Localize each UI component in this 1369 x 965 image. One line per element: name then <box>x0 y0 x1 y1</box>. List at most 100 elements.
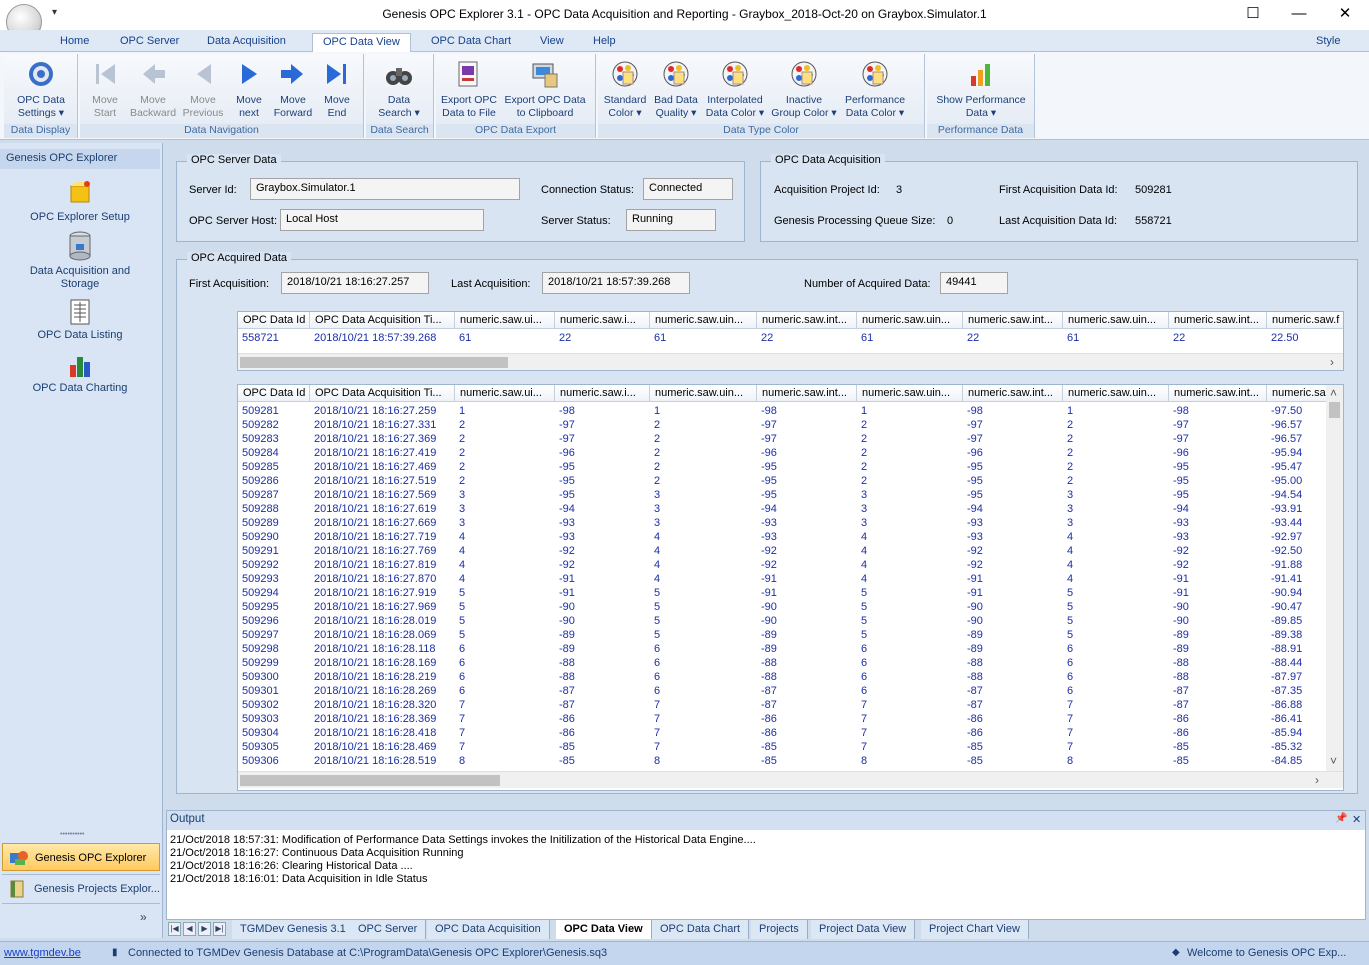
move-previous-button[interactable]: Move Previous <box>178 56 228 120</box>
column-header[interactable]: numeric.saw.uin... <box>1063 312 1169 329</box>
tab-home[interactable]: Home <box>50 33 99 52</box>
column-header[interactable]: numeric.saw.int... <box>963 312 1063 329</box>
tab-data-acquisition[interactable]: Data Acquisition <box>197 33 296 52</box>
scroll-right-arrow[interactable]: › <box>1330 354 1334 370</box>
table-cell: -85 <box>559 755 575 767</box>
doc-tab-opc-data-view[interactable]: OPC Data View <box>556 920 652 939</box>
first-tab-button[interactable]: |◀ <box>168 922 181 936</box>
next-tab-button[interactable]: ▶ <box>198 922 211 936</box>
pane-splitter-grip[interactable]: •••••••••• <box>60 831 85 838</box>
vertical-scrollbar[interactable]: ˄ ˅ <box>1326 385 1343 771</box>
table-cell: 4 <box>861 559 868 571</box>
last-acquisition-field[interactable]: 2018/10/21 18:57:39.268 <box>542 272 690 294</box>
column-header[interactable]: numeric.saw.i... <box>555 385 650 402</box>
server-id-field[interactable]: Graybox.Simulator.1 <box>250 178 520 200</box>
nav-tab-genesis-projects[interactable]: Genesis Projects Explor... <box>2 874 160 902</box>
website-link[interactable]: www.tgmdev.be <box>4 947 81 959</box>
column-header[interactable]: OPC Data Id <box>238 312 310 329</box>
pin-icon[interactable]: 📌 <box>1335 813 1347 824</box>
column-header[interactable]: numeric.saw.uin... <box>857 312 963 329</box>
move-end-button[interactable]: Move End <box>316 56 358 120</box>
move-next-button[interactable]: Move next <box>228 56 270 120</box>
gear-icon <box>29 62 53 86</box>
nav-item-data-listing[interactable]: OPC Data Listing <box>0 298 160 342</box>
column-header[interactable]: numeric.saw.uin... <box>650 312 757 329</box>
doc-tab-projects[interactable]: Projects <box>751 920 808 939</box>
last-tab-button[interactable]: ▶| <box>213 922 226 936</box>
move-backward-button[interactable]: Move Backward <box>128 56 178 120</box>
column-header[interactable]: OPC Data Id <box>238 385 310 402</box>
scroll-thumb[interactable] <box>240 357 508 368</box>
data-search-button[interactable]: Data Search ▾ <box>368 56 430 120</box>
history-data-grid[interactable]: OPC Data Id OPC Data Acquisition Ti... num… <box>237 384 1344 791</box>
column-header[interactable]: numeric.saw.int... <box>757 385 857 402</box>
button-label-line1: Standard <box>603 94 647 106</box>
connection-status-field[interactable]: Connected <box>643 178 733 200</box>
scroll-thumb[interactable] <box>240 775 500 786</box>
server-status-field[interactable]: Running <box>626 209 716 231</box>
doc-tab-project-chart-view[interactable]: Project Chart View <box>921 920 1029 939</box>
scroll-thumb[interactable] <box>1329 402 1340 418</box>
horizontal-scrollbar[interactable]: › <box>238 771 1343 788</box>
interpolated-data-color-button[interactable]: Interpolated Data Color ▾ <box>702 56 768 120</box>
acquired-count-field[interactable]: 49441 <box>940 272 1008 294</box>
export-opc-data-to-clipboard-button[interactable]: Export OPC Data to Clipboard <box>500 56 590 120</box>
doc-tab-opc-server[interactable]: OPC Server <box>350 920 427 939</box>
column-header[interactable]: numeric.saw.int... <box>1169 385 1267 402</box>
column-header[interactable]: numeric.saw.int... <box>963 385 1063 402</box>
performance-data-color-button[interactable]: Performance Data Color ▾ <box>840 56 910 120</box>
previous-tab-button[interactable]: ◀ <box>183 922 196 936</box>
tab-opc-data-view[interactable]: OPC Data View <box>312 33 411 52</box>
tab-view[interactable]: View <box>530 33 574 52</box>
first-acquisition-field[interactable]: 2018/10/21 18:16:27.257 <box>281 272 429 294</box>
column-header[interactable]: numeric.saw.int... <box>757 312 857 329</box>
table-cell: -95 <box>761 461 777 473</box>
column-header[interactable]: numeric.saw.f <box>1267 312 1343 329</box>
latest-data-grid[interactable]: OPC Data Id OPC Data Acquisition Ti... num… <box>237 311 1344 371</box>
column-header[interactable]: numeric.saw.uin... <box>650 385 757 402</box>
tab-help[interactable]: Help <box>583 33 626 52</box>
column-header[interactable]: numeric.saw.uin... <box>857 385 963 402</box>
scroll-down-arrow[interactable]: ˅ <box>1330 753 1337 769</box>
scroll-right-arrow[interactable]: › <box>1315 772 1319 788</box>
inactive-group-color-button[interactable]: Inactive Group Color ▾ <box>768 56 840 120</box>
column-header[interactable]: numeric.saw.int... <box>1169 312 1267 329</box>
projects-icon <box>10 880 24 898</box>
tab-opc-data-chart[interactable]: OPC Data Chart <box>421 33 521 52</box>
column-header[interactable]: numeric.saw.ui... <box>455 385 555 402</box>
column-header[interactable]: OPC Data Acquisition Ti... <box>310 385 455 402</box>
nav-tab-genesis-opc-explorer[interactable]: Genesis OPC Explorer <box>2 843 160 871</box>
column-header[interactable]: OPC Data Acquisition Ti... <box>310 312 455 329</box>
table-cell: 1 <box>861 405 868 417</box>
column-header[interactable]: numeric.saw.uin... <box>1063 385 1169 402</box>
table-cell: 2 <box>459 447 466 459</box>
column-header[interactable]: numeric.saw.ui... <box>455 312 555 329</box>
standard-color-button[interactable]: Standard Color ▾ <box>600 56 650 120</box>
server-host-field[interactable]: Local Host <box>280 209 484 231</box>
table-cell: 4 <box>654 545 661 557</box>
nav-item-data-charting[interactable]: OPC Data Charting <box>0 353 160 395</box>
close-icon[interactable]: ✕ <box>1352 813 1361 826</box>
maximize-button[interactable]: ☐ <box>1230 0 1276 30</box>
more-buttons-chevron[interactable]: » <box>140 910 147 924</box>
tab-opc-server[interactable]: OPC Server <box>110 33 189 52</box>
opc-data-settings-button[interactable]: OPC Data Settings ▾ <box>6 56 76 120</box>
style-menu[interactable]: Style <box>1306 33 1350 52</box>
acq-project-label: Acquisition Project Id: <box>774 184 880 196</box>
doc-tab-genesis[interactable]: TGMDev Genesis 3.1 <box>232 920 355 939</box>
horizontal-scrollbar[interactable]: › <box>238 353 1343 370</box>
export-opc-data-to-file-button[interactable]: Export OPC Data to File <box>438 56 500 120</box>
bad-data-quality-button[interactable]: Bad Data Quality ▾ <box>650 56 702 120</box>
move-forward-button[interactable]: Move Forward <box>270 56 316 120</box>
column-header[interactable]: numeric.saw.i... <box>555 312 650 329</box>
doc-tab-project-data-view[interactable]: Project Data View <box>811 920 916 939</box>
close-button[interactable]: ✕ <box>1322 0 1368 30</box>
nav-item-explorer-setup[interactable]: OPC Explorer Setup <box>0 178 160 224</box>
doc-tab-opc-data-acquisition[interactable]: OPC Data Acquisition <box>427 920 550 939</box>
move-start-button[interactable]: Move Start <box>82 56 128 120</box>
nav-item-data-acquisition[interactable]: Data Acquisition and Storage <box>0 230 160 291</box>
quick-access-dropdown[interactable]: ▾ <box>52 7 57 18</box>
scroll-up-arrow[interactable]: ˄ <box>1330 385 1337 401</box>
doc-tab-opc-data-chart[interactable]: OPC Data Chart <box>652 920 750 939</box>
show-performance-data-button[interactable]: Show Performance Data ▾ <box>929 56 1033 120</box>
